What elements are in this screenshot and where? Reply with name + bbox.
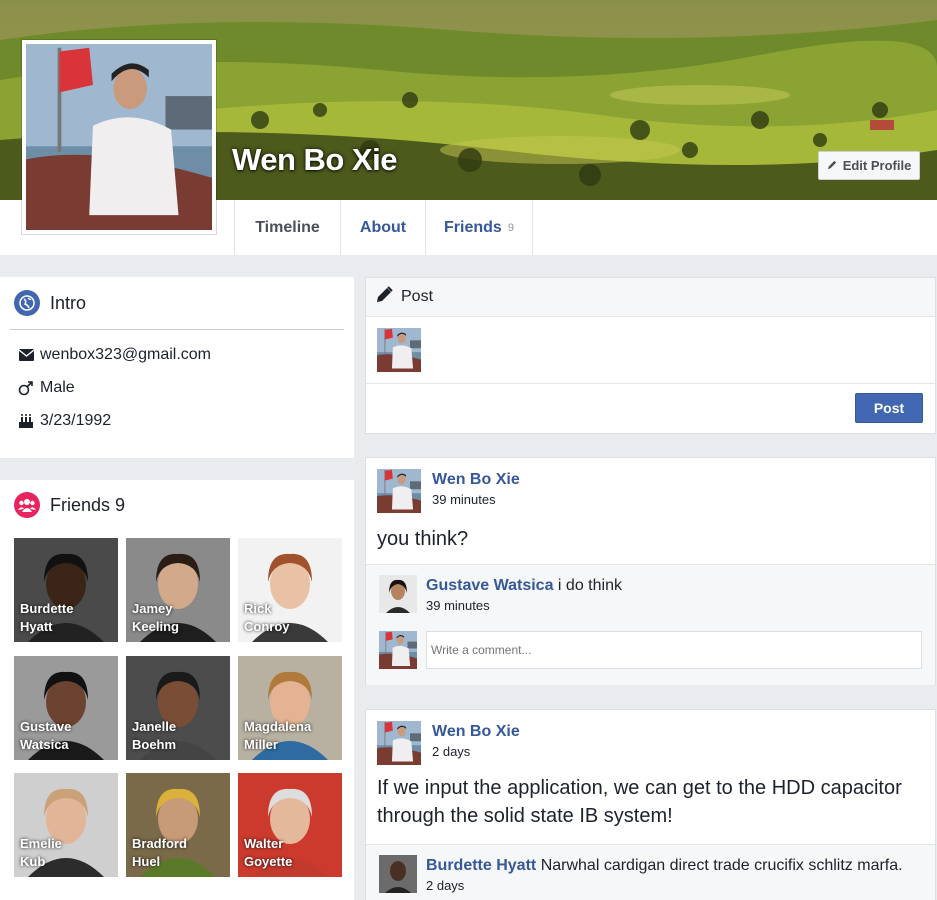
avatar[interactable] xyxy=(377,469,421,513)
friend-tile[interactable]: Emelie Kub xyxy=(14,773,118,877)
friend-name[interactable]: Emelie Kub xyxy=(20,835,116,871)
friend-first-name: Jamey xyxy=(132,601,173,616)
intro-email-row: wenbox323@gmail.com xyxy=(0,338,354,371)
pencil-icon xyxy=(827,158,838,173)
composer-input-area[interactable] xyxy=(366,317,935,384)
comment: Burdette Hyatt Narwhal cardigan direct t… xyxy=(366,845,935,895)
friend-first-name: Magdalena xyxy=(244,719,312,734)
comments-section: Burdette Hyatt Narwhal cardigan direct t… xyxy=(366,844,935,900)
intro-email: wenbox323@gmail.com xyxy=(40,345,211,363)
friend-tile[interactable]: Bradford Huel xyxy=(126,773,230,877)
avatar[interactable] xyxy=(377,721,421,765)
friend-last-name: Goyette xyxy=(244,854,293,869)
intro-header: Intro xyxy=(0,277,354,329)
edit-profile-label: Edit Profile xyxy=(842,158,912,173)
profile-name: Wen Bo Xie xyxy=(232,142,397,177)
friend-first-name: Janelle xyxy=(132,719,177,734)
intro-birthday: 3/23/1992 xyxy=(40,411,112,429)
friend-first-name: Walter xyxy=(244,836,284,851)
tab-about[interactable]: About xyxy=(340,200,425,255)
friend-last-name: Conroy xyxy=(244,619,290,634)
comment-input[interactable] xyxy=(426,631,922,669)
comment-timestamp: 39 minutes xyxy=(426,598,490,613)
friend-last-name: Watsica xyxy=(20,737,69,752)
post-timestamp: 2 days xyxy=(432,744,471,759)
friend-tile[interactable]: Gustave Watsica xyxy=(14,656,118,760)
edit-profile-button[interactable]: Edit Profile xyxy=(818,151,920,180)
post-timestamp: 39 minutes xyxy=(432,492,496,507)
friend-name[interactable]: Jamey Keeling xyxy=(132,600,228,636)
envelope-icon xyxy=(18,348,34,361)
feed-post: Wen Bo Xie 2 days If we input the applic… xyxy=(365,709,936,900)
comment-author-link[interactable]: Gustave Watsica xyxy=(426,577,553,594)
globe-icon xyxy=(14,290,40,316)
post-button[interactable]: Post xyxy=(855,393,923,423)
composer-title: Post xyxy=(401,288,434,305)
tab-friends[interactable]: Friends 9 xyxy=(425,200,533,255)
tab-about-label: About xyxy=(359,218,407,236)
avatar xyxy=(377,328,421,372)
friend-tile[interactable]: Rick Conroy xyxy=(238,538,342,642)
commenter-avatar[interactable] xyxy=(379,575,417,613)
friend-tile[interactable]: Magdalena Miller xyxy=(238,656,342,760)
friend-first-name: Rick xyxy=(244,601,272,616)
post-text: If we input the application, we can get … xyxy=(377,777,902,827)
intro-card: Intro wenbox323@gmail.com Male 3/23/1992 xyxy=(0,277,354,458)
friend-tile[interactable]: Walter Goyette xyxy=(238,773,342,877)
comment: Gustave Watsica i do think 39 minutes xyxy=(366,565,935,615)
tab-timeline-label: Timeline xyxy=(255,218,320,236)
profile-picture[interactable] xyxy=(22,40,216,234)
friend-name[interactable]: Burdette Hyatt xyxy=(20,600,116,636)
post-author-link[interactable]: Wen Bo Xie xyxy=(432,721,520,743)
avatar xyxy=(379,631,417,669)
friend-first-name: Gustave xyxy=(20,719,72,734)
friend-tile[interactable]: Janelle Boehm xyxy=(126,656,230,760)
friend-last-name: Miller xyxy=(244,737,278,752)
intro-gender: Male xyxy=(40,378,75,396)
friend-last-name: Huel xyxy=(132,854,161,869)
friend-first-name: Emelie xyxy=(20,836,62,851)
friend-name[interactable]: Magdalena Miller xyxy=(244,718,340,754)
comments-section: Gustave Watsica i do think 39 minutes xyxy=(366,564,935,685)
male-icon xyxy=(18,380,34,396)
friend-name[interactable]: Bradford Huel xyxy=(132,835,228,871)
friend-last-name: Boehm xyxy=(132,737,177,752)
comment-author-link[interactable]: Burdette Hyatt xyxy=(426,857,536,874)
friend-last-name: Hyatt xyxy=(20,619,53,634)
comment-text: i do think xyxy=(557,577,622,594)
intro-gender-row: Male xyxy=(0,371,354,404)
friend-last-name: Kub xyxy=(20,854,46,869)
intro-birthday-row: 3/23/1992 xyxy=(0,404,354,437)
friend-name[interactable]: Walter Goyette xyxy=(244,835,340,871)
friend-last-name: Keeling xyxy=(132,619,179,634)
friend-first-name: Bradford xyxy=(132,836,187,851)
pencil-icon xyxy=(376,286,393,308)
cake-icon xyxy=(18,413,34,429)
post-composer: Post Post xyxy=(365,277,936,434)
friends-title: Friends 9 xyxy=(50,494,126,515)
tab-friends-count: 9 xyxy=(507,221,514,234)
feed-post: Wen Bo Xie 39 minutes you think? Gustave… xyxy=(365,457,936,685)
comment-text: Narwhal cardigan direct trade crucifix s… xyxy=(540,857,903,874)
commenter-avatar[interactable] xyxy=(379,855,417,893)
friend-name[interactable]: Janelle Boehm xyxy=(132,718,228,754)
friends-card: Friends 9 Burdette Hyatt Jamey Keeling Rick C… xyxy=(0,480,354,900)
friend-tile[interactable]: Jamey Keeling xyxy=(126,538,230,642)
users-icon xyxy=(14,492,40,518)
post-author-link[interactable]: Wen Bo Xie xyxy=(432,469,520,491)
friends-header: Friends 9 xyxy=(0,480,354,530)
composer-header: Post xyxy=(366,278,935,317)
friend-tile[interactable]: Burdette Hyatt xyxy=(14,538,118,642)
tab-timeline[interactable]: Timeline xyxy=(234,200,340,255)
comment-timestamp: 2 days xyxy=(426,878,465,893)
friend-name[interactable]: Gustave Watsica xyxy=(20,718,116,754)
friend-name[interactable]: Rick Conroy xyxy=(244,600,340,636)
intro-title: Intro xyxy=(50,292,87,313)
tab-friends-label: Friends xyxy=(444,218,502,236)
friend-first-name: Burdette xyxy=(20,601,74,616)
